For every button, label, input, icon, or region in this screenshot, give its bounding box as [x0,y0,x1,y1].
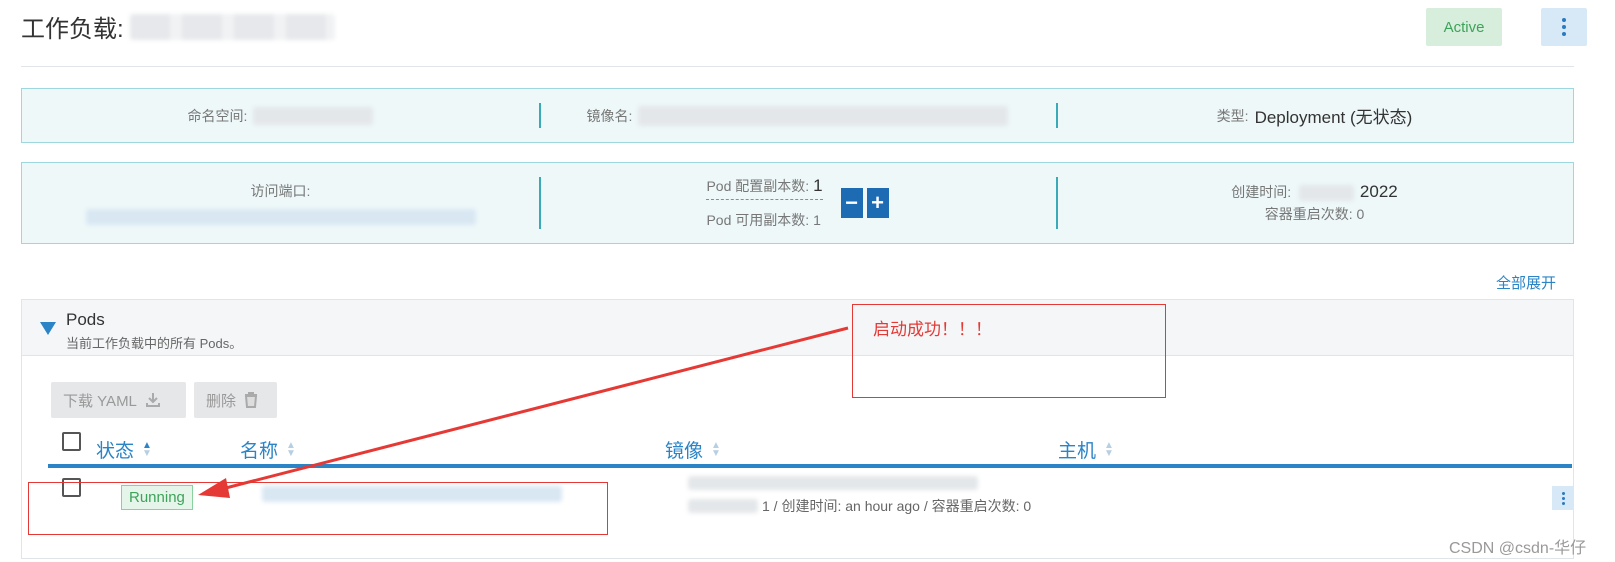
configured-replicas-label: Pod 配置副本数: [706,178,810,194]
available-replicas-value: 1 [813,212,821,228]
restarts-value: 0 [1356,206,1365,222]
image-label: 镜像名: [586,107,633,124]
header-actions-button[interactable] [1541,8,1587,46]
page-title: 工作负载: [21,9,335,44]
restarts-label: 容器重启次数: [1264,206,1353,222]
state-badge: Active [1426,8,1502,46]
endpoints-cell: 访问端口: [22,163,539,243]
minus-icon: − [845,190,858,215]
pod-meta: 1 / 创建时间: an hour ago / 容器重启次数: 0 [688,496,1031,516]
namespace-cell: 命名空间: [22,89,539,142]
type-label: 类型: [1216,107,1249,124]
sort-icon: ▲ ▼ [142,439,152,459]
plus-icon: + [871,190,884,215]
created-date-redacted [1299,185,1355,202]
increase-replicas-button[interactable]: + [866,188,889,218]
kebab-icon [1561,491,1565,505]
annotation-text: 启动成功！！！ [873,320,992,339]
configured-replicas: Pod 配置副本数: 1 [706,176,823,200]
column-image[interactable]: 镜像 ▲ ▼ [665,436,721,463]
trash-icon [244,392,258,408]
delete-button[interactable]: 删除 [194,382,277,418]
namespace-label: 命名空间: [187,107,248,124]
available-replicas-label: Pod 可用副本数: [706,212,810,228]
column-name-label: 名称 [240,441,279,462]
sort-icon: ▲ ▼ [1104,439,1114,459]
kebab-icon [1562,18,1566,36]
info-row-status: 访问端口: Pod 配置副本数: 1 Pod 可用副本数: 1 − + 创建时间… [21,162,1574,244]
row-actions-button[interactable] [1552,486,1574,510]
column-host[interactable]: 主机 ▲ ▼ [1058,436,1114,463]
pods-title: Pods [66,310,105,329]
sort-icon: ▲ ▼ [711,439,721,459]
pods-panel-header[interactable]: Pods 当前工作负载中的所有 Pods。 [22,300,1573,356]
column-state-label: 状态 [96,441,135,462]
pods-table-header: 状态 ▲ ▼ 名称 ▲ ▼ 镜像 ▲ ▼ 主机 ▲ ▼ [48,432,1572,468]
collapse-caret-icon[interactable] [40,322,56,335]
annotation-row-highlight [28,482,608,535]
info-row-general: 命名空间: 镜像名: 类型: Deployment (无状态) [21,88,1574,143]
sort-icon: ▲ ▼ [286,439,296,459]
pod-node-redacted [688,499,758,513]
column-name[interactable]: 名称 ▲ ▼ [240,436,296,463]
watermark: CSDN @csdn-华仔 [1449,540,1587,557]
column-host-label: 主机 [1058,441,1097,462]
page-title-label: 工作负载: [21,16,124,43]
created-cell: 创建时间: 2022 容器重启次数: 0 [1056,163,1573,243]
decrease-replicas-button[interactable]: − [840,188,863,218]
pods-subtitle: 当前工作负载中的所有 Pods。 [66,336,243,351]
image-value-redacted [638,105,1009,126]
created-year: 2022 [1359,182,1398,201]
download-icon [145,393,160,407]
expand-all-link[interactable]: 全部展开 [1496,272,1556,293]
delete-label: 删除 [206,392,237,410]
workload-name-redacted [129,13,335,40]
endpoints-label: 访问端口: [250,183,311,199]
replicas-cell: Pod 配置副本数: 1 Pod 可用副本数: 1 − + [539,163,1056,243]
restart-count: 容器重启次数: 0 [1265,204,1365,224]
endpoints-links-redacted[interactable] [85,209,476,225]
created-label: 创建时间: [1231,184,1292,200]
column-image-label: 镜像 [665,441,704,462]
image-cell: 镜像名: [539,89,1056,142]
column-state[interactable]: 状态 ▲ ▼ [96,436,152,463]
pod-image [688,474,978,491]
configured-replicas-value: 1 [813,176,823,195]
pod-image-redacted [688,476,978,491]
created-time: 创建时间: 2022 [1231,182,1398,202]
select-all-checkbox[interactable] [62,432,81,451]
header-divider [21,66,1574,67]
download-yaml-label: 下载 YAML [63,392,137,410]
type-cell: 类型: Deployment (无状态) [1056,89,1573,142]
download-yaml-button[interactable]: 下载 YAML [51,382,186,418]
available-replicas: Pod 可用副本数: 1 [706,210,822,230]
pod-meta-text: 1 / 创建时间: an hour ago / 容器重启次数: 0 [762,498,1032,514]
namespace-value-redacted [253,106,374,125]
type-value: Deployment (无状态) [1254,108,1413,127]
